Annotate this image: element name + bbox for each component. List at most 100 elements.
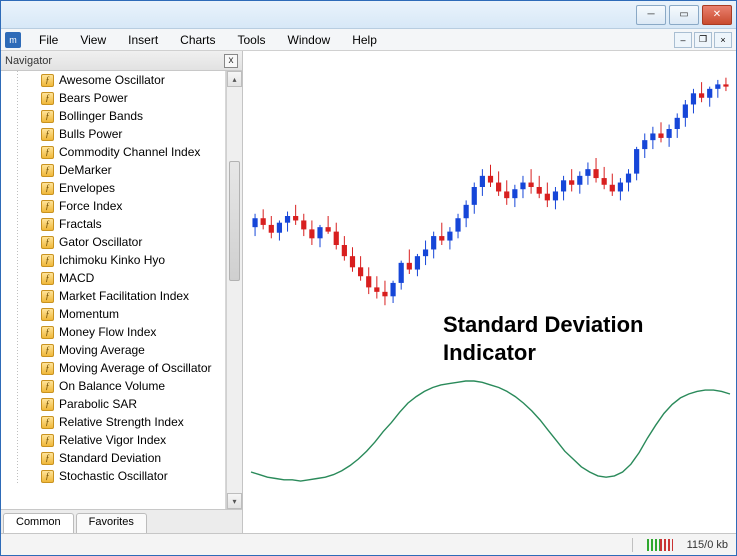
indicator-icon: ƒ (41, 218, 54, 231)
tab-common[interactable]: Common (3, 513, 74, 533)
list-item[interactable]: ƒMomentum (1, 305, 225, 323)
navigator-list[interactable]: ƒAwesome OscillatorƒBears PowerƒBollinge… (1, 71, 226, 509)
scroll-thumb[interactable] (229, 161, 240, 281)
close-icon: × (720, 35, 725, 45)
list-item-label: Money Flow Index (59, 325, 156, 339)
close-icon: x (229, 56, 234, 66)
menu-view[interactable]: View (70, 31, 116, 49)
menu-window[interactable]: Window (278, 31, 341, 49)
list-item[interactable]: ƒ Market Facilitation Index (1, 287, 225, 305)
list-item[interactable]: ƒ DeMarker (1, 161, 225, 179)
list-item[interactable]: ƒ Relative Strength Index (1, 413, 225, 431)
list-item[interactable]: ƒ On Balance Volume (1, 377, 225, 395)
chart-canvas (243, 51, 736, 531)
indicator-icon: ƒ (41, 272, 54, 285)
indicator-icon: ƒ (41, 146, 54, 159)
close-icon: ✕ (713, 9, 721, 20)
menu-charts[interactable]: Charts (170, 31, 225, 49)
titlebar: ─ ▭ ✕ (1, 1, 736, 29)
scroll-up-button[interactable]: ▴ (227, 71, 242, 87)
indicator-icon: ƒ (41, 236, 54, 249)
menu-insert[interactable]: Insert (118, 31, 168, 49)
list-item[interactable]: ƒ Moving Average of Oscillator (1, 359, 225, 377)
list-item-label: Commodity Channel Index (59, 145, 200, 159)
list-item-label: Relative Vigor Index (59, 433, 166, 447)
indicator-icon: ƒ (41, 398, 54, 411)
list-item[interactable]: ƒBears Power (1, 89, 225, 107)
list-item-label: Stochastic Oscillator (59, 469, 168, 483)
indicator-icon: ƒ (41, 110, 54, 123)
indicator-icon: ƒ (41, 128, 54, 141)
list-item[interactable]: ƒBollinger Bands (1, 107, 225, 125)
navigator-body: ƒAwesome OscillatorƒBears PowerƒBollinge… (1, 71, 242, 509)
list-item[interactable]: ƒ Gator Oscillator (1, 233, 225, 251)
indicator-icon: ƒ (41, 74, 54, 87)
list-item[interactable]: ƒ Parabolic SAR (1, 395, 225, 413)
indicator-icon: ƒ (41, 182, 54, 195)
connection-icon (647, 539, 673, 551)
navigator-panel: Navigator x ƒAwesome OscillatorƒBears Po… (1, 51, 243, 533)
list-item[interactable]: ƒ Relative Vigor Index (1, 431, 225, 449)
indicator-icon: ƒ (41, 290, 54, 303)
indicator-icon: ƒ (41, 362, 54, 375)
list-item-label: DeMarker (59, 163, 112, 177)
list-item[interactable]: ƒ Ichimoku Kinko Hyo (1, 251, 225, 269)
list-item-label: On Balance Volume (59, 379, 165, 393)
list-item-label: Market Facilitation Index (59, 289, 189, 303)
mdi-restore-button[interactable]: ❐ (694, 32, 712, 48)
menu-tools[interactable]: Tools (228, 31, 276, 49)
indicator-icon: ƒ (41, 380, 54, 393)
indicator-icon: ƒ (41, 200, 54, 213)
list-item[interactable]: ƒ Awesome Oscillator (1, 71, 225, 89)
list-item[interactable]: ƒ Fractals (1, 215, 225, 233)
list-item-label: Bears Power (59, 91, 128, 105)
statusbar: 115/0 kb (1, 533, 736, 555)
overlay-line1: Standard Deviation (443, 311, 643, 339)
list-item[interactable]: ƒ Bulls Power (1, 125, 225, 143)
restore-icon: ❐ (699, 34, 707, 45)
indicator-icon: ƒ (41, 434, 54, 447)
mdi-close-button[interactable]: × (714, 32, 732, 48)
navigator-header: Navigator x (1, 51, 242, 71)
list-item-label: Relative Strength Index (59, 415, 184, 429)
list-item[interactable]: ƒ Commodity Channel Index (1, 143, 225, 161)
list-item-label: Gator Oscillator (59, 235, 142, 249)
tab-favorites[interactable]: Favorites (76, 513, 147, 533)
overlay-label: Standard Deviation Indicator (443, 311, 643, 366)
list-item-label: Fractals (59, 217, 102, 231)
menu-file[interactable]: File (29, 31, 68, 49)
list-item[interactable]: ƒMoving Average (1, 341, 225, 359)
window-maximize-button[interactable]: ▭ (669, 5, 699, 25)
list-item[interactable]: ƒMACD (1, 269, 225, 287)
list-item-label: Awesome Oscillator (59, 73, 165, 87)
list-item-label: Moving Average of Oscillator (59, 361, 212, 375)
workspace: Navigator x ƒAwesome OscillatorƒBears Po… (1, 51, 736, 533)
indicator-icon: ƒ (41, 344, 54, 357)
maximize-icon: ▭ (679, 9, 688, 20)
list-item[interactable]: ƒStochastic Oscillator (1, 467, 225, 485)
window-minimize-button[interactable]: ─ (636, 5, 666, 25)
chevron-up-icon: ▴ (232, 75, 236, 84)
indicator-icon: ƒ (41, 452, 54, 465)
navigator-close-button[interactable]: x (224, 54, 238, 68)
list-item[interactable]: ƒMoney Flow Index (1, 323, 225, 341)
status-traffic: 115/0 kb (687, 539, 728, 551)
window-close-button[interactable]: ✕ (702, 5, 732, 25)
list-item[interactable]: ƒStandard Deviation (1, 449, 225, 467)
status-separator (632, 538, 633, 552)
list-item-label: Force Index (59, 199, 122, 213)
indicator-icon: ƒ (41, 254, 54, 267)
list-item[interactable]: ƒEnvelopes (1, 179, 225, 197)
list-item-label: Parabolic SAR (59, 397, 137, 411)
chart-area[interactable]: Standard Deviation Indicator (243, 51, 736, 533)
menu-help[interactable]: Help (342, 31, 387, 49)
mdi-minimize-button[interactable]: – (674, 32, 692, 48)
chevron-down-icon: ▾ (232, 497, 236, 506)
list-item-label: Ichimoku Kinko Hyo (59, 253, 165, 267)
list-item[interactable]: ƒ Force Index (1, 197, 225, 215)
indicator-icon: ƒ (41, 164, 54, 177)
scroll-down-button[interactable]: ▾ (227, 493, 242, 509)
navigator-scrollbar[interactable]: ▴ ▾ (226, 71, 242, 509)
list-item-label: Bulls Power (59, 127, 122, 141)
indicator-icon: ƒ (41, 416, 54, 429)
